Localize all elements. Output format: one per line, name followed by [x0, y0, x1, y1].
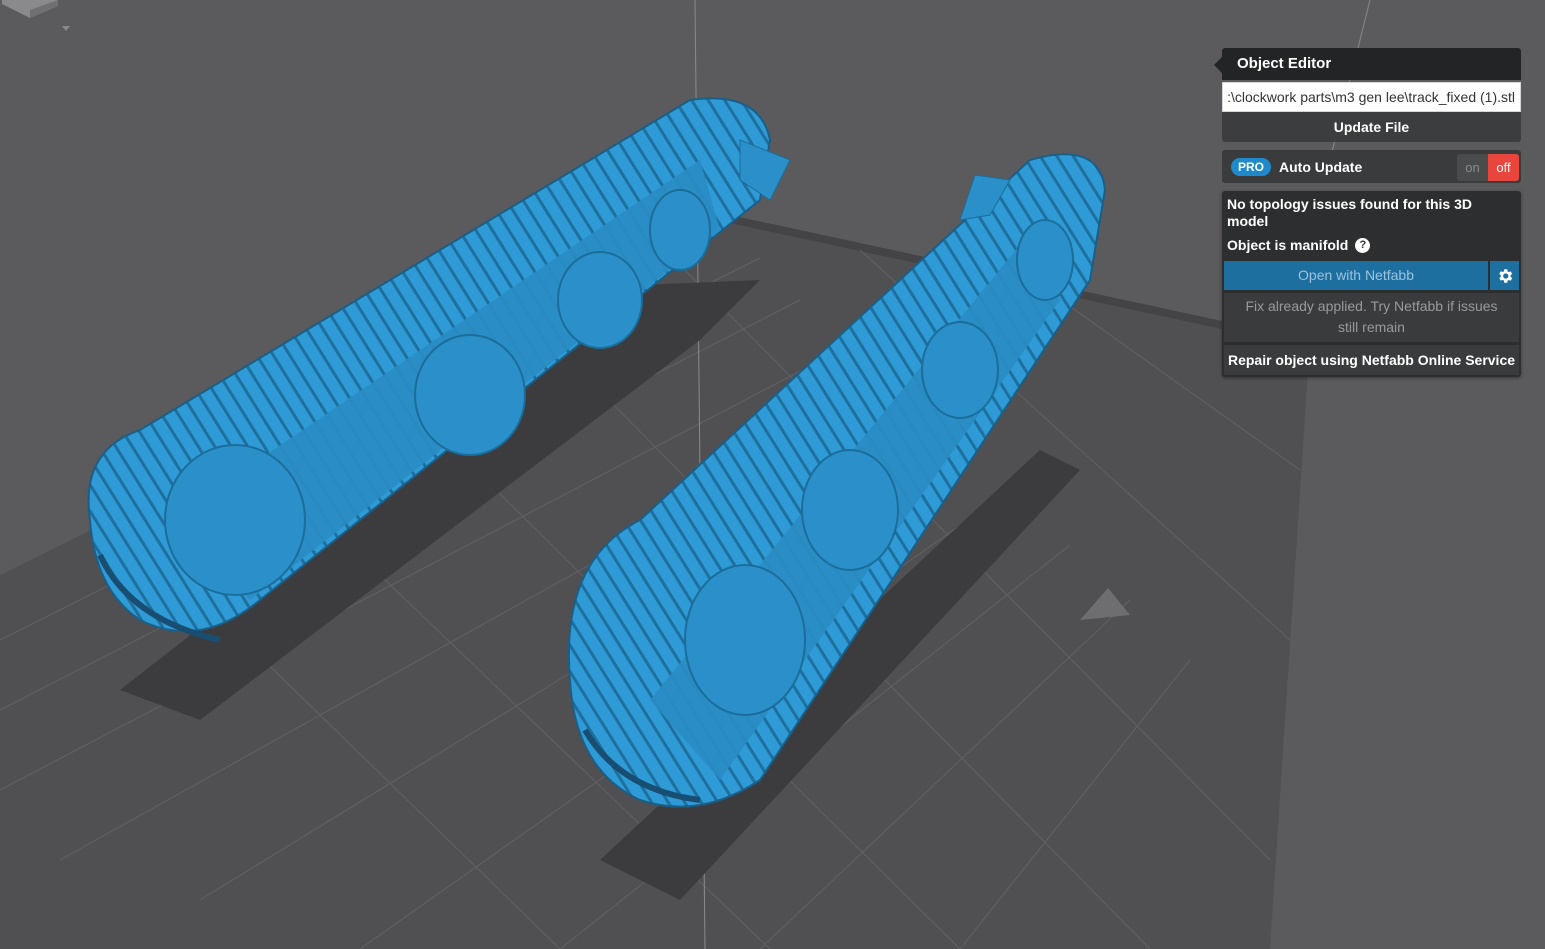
file-path-field[interactable] [1222, 82, 1521, 112]
question-circle-icon[interactable]: ? [1355, 238, 1371, 253]
repair-info-box: No topology issues found for this 3D mod… [1222, 191, 1521, 377]
open-netfabb-button[interactable]: Open with Netfabb [1224, 261, 1488, 290]
netfabb-settings-button[interactable] [1490, 261, 1519, 290]
view-cube-icon[interactable] [0, 0, 87, 40]
netfabb-row: Open with Netfabb [1224, 261, 1519, 290]
gear-icon [1498, 268, 1512, 283]
fix-applied-note: Fix already applied. Try Netfabb if issu… [1224, 293, 1519, 342]
toggle-off-option[interactable]: off [1488, 154, 1519, 181]
auto-update-toggle[interactable]: on off [1457, 154, 1519, 181]
object-editor-panel: Object Editor Update File PRO Auto Updat… [1214, 48, 1521, 377]
panel-pointer [1214, 56, 1223, 74]
auto-update-row: PRO Auto Update on off [1222, 150, 1521, 183]
pro-badge: PRO [1231, 157, 1272, 176]
manifold-status: Object is manifold [1227, 237, 1349, 253]
repair-online-button[interactable]: Repair object using Netfabb Online Servi… [1224, 345, 1519, 375]
manifold-status-row: Object is manifold ? [1224, 234, 1519, 258]
toggle-on-option[interactable]: on [1457, 154, 1488, 181]
update-file-button[interactable]: Update File [1222, 112, 1521, 142]
panel-title: Object Editor [1222, 48, 1521, 80]
auto-update-label: Auto Update [1279, 158, 1363, 175]
topology-status: No topology issues found for this 3D mod… [1227, 196, 1472, 229]
